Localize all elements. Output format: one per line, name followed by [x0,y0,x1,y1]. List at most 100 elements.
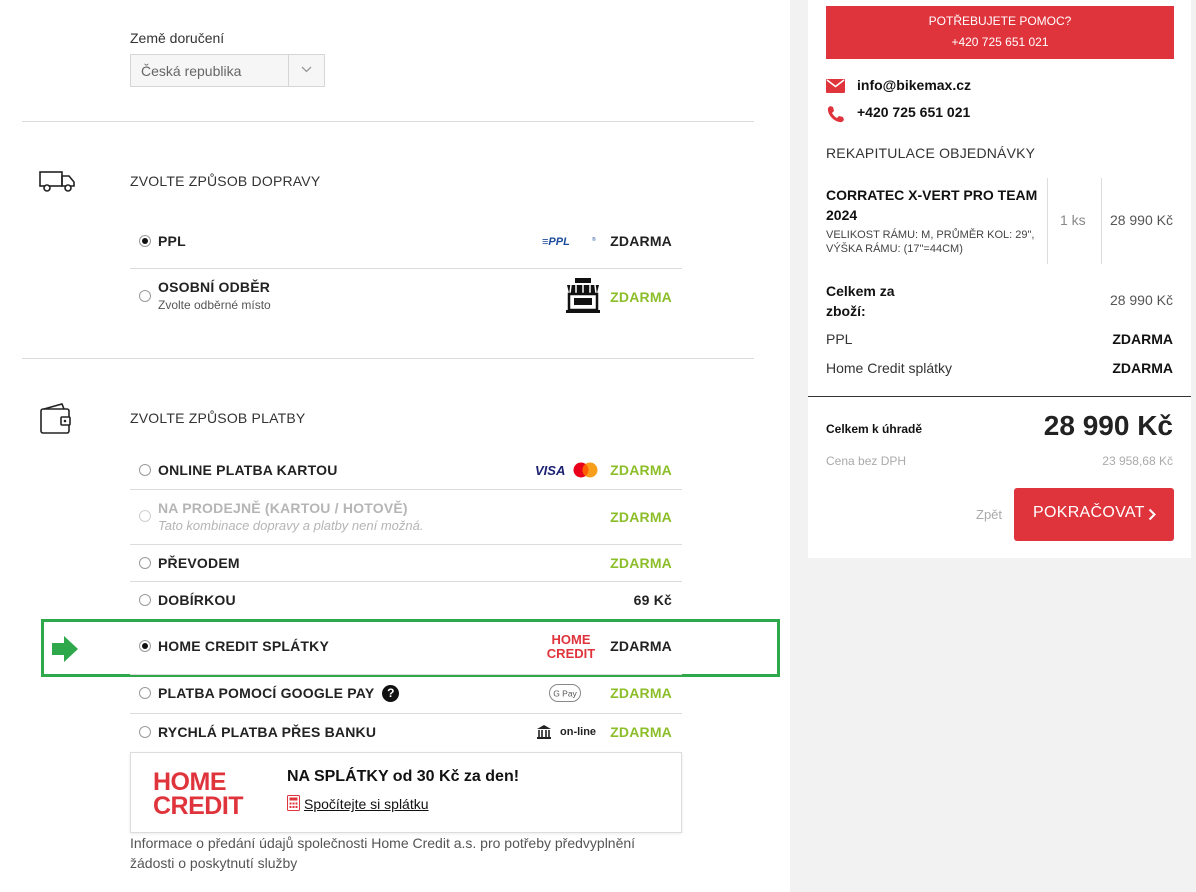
phone-text: +420 725 651 021 [857,104,971,120]
radio[interactable] [139,464,151,476]
payment-section-title: ZVOLTE ZPŮSOB PLATBY [130,410,306,426]
divider [1101,178,1102,264]
goods-total-label: Celkem za zboží: [826,283,895,319]
country-select-value: Česká republika [141,63,242,79]
payment-option-bank[interactable]: RYCHLÁ PLATBA PŘES BANKU on-line ZDARMA [130,714,682,752]
order-recap-title: REKAPITULACE OBJEDNÁVKY [826,145,1036,161]
svg-text:G Pay: G Pay [553,689,577,699]
online-label: on-line [560,726,597,738]
help-phone: +420 725 651 021 [951,35,1049,49]
option-name: DOBÍRKOU [158,592,236,608]
shop-icon [564,277,602,320]
option-price: 69 Kč [633,592,672,608]
svg-text:≡PPL: ≡PPL [542,236,570,247]
option-subtext: Zvolte odběrné místo [158,298,271,312]
wallet-icon [39,402,73,441]
product-price: 28 990 Kč [1109,212,1173,228]
email-text: info@bikemax.cz [857,77,972,93]
option-price: ZDARMA [610,555,672,571]
svg-text:®: ® [592,236,596,243]
continue-button-label: POKRAČOVAT [1033,504,1145,521]
divider [22,358,754,359]
chevron-right-icon [1148,508,1156,521]
price-without-vat-value: 23 958,68 Kč [1102,454,1173,468]
help-banner[interactable]: POTŘEBUJETE POMOC? +420 725 651 021 [826,6,1174,59]
radio[interactable] [139,594,151,606]
ppl-logo: ≡PPL ® [542,234,600,252]
promo-headline: NA SPLÁTKY od 30 Kč za den! [287,768,520,785]
payment-option-home-credit[interactable]: HOME CREDIT SPLÁTKY HOME CREDIT ZDARMA [130,622,682,675]
radio[interactable] [139,557,151,569]
shipping-section-title: ZVOLTE ZPŮSOB DOPRAVY [130,173,321,189]
product-quantity: 1 ks [1060,212,1086,228]
option-subtext: Tato kombinace dopravy a platby není mož… [158,518,424,533]
calculate-installment-text: Spočítejte si splátku [304,796,429,812]
continue-button[interactable]: POKRAČOVAT [1014,488,1174,541]
envelope-icon [826,79,845,96]
shipping-summary-label: PPL [826,331,853,347]
shipping-option-pickup[interactable]: OSOBNÍ ODBĚR Zvolte odběrné místo ZDARMA [130,269,682,327]
payment-option-google-pay[interactable]: PLATBA POMOCÍ GOOGLE PAY? G Pay ZDARMA [130,675,682,714]
truck-icon [39,169,77,198]
product-name: CORRATEC X-VERT PRO TEAM 2024 [826,187,1038,223]
visa-mastercard-logo: VISA [535,461,599,484]
home-credit-promo: HOME CREDIT NA SPLÁTKY od 30 Kč za den! … [130,752,682,833]
option-name: NA PRODEJNĚ (KARTOU / HOTOVĚ) [158,500,408,516]
radio[interactable] [139,687,151,699]
price-without-vat-label: Cena bez DPH [826,454,907,468]
radio-selected[interactable] [139,640,151,652]
goods-total-value: 28 990 Kč [1109,292,1173,308]
payment-summary-value: ZDARMA [1112,360,1173,376]
svg-text:HOME: HOME [552,632,591,647]
svg-text:CREDIT: CREDIT [153,792,243,817]
svg-text:VISA: VISA [535,463,565,478]
bank-icon [536,724,552,745]
country-select[interactable]: Česká republika [130,54,325,87]
home-credit-info: Informace o předání údajů společnosti Ho… [130,835,636,871]
calculator-icon [287,795,300,814]
option-name: PPL [158,233,186,249]
shipping-summary-value: ZDARMA [1112,331,1173,347]
arrow-right-icon [50,634,80,669]
shipping-option-ppl[interactable]: PPL ≡PPL ® ZDARMA [130,222,682,269]
option-price: ZDARMA [610,724,672,740]
back-link[interactable]: Zpět [976,507,1002,522]
calculate-installment-link[interactable]: Spočítejte si splátku [287,795,429,814]
grand-total-label: Celkem k úhradě [826,422,923,436]
radio-selected[interactable] [139,235,151,247]
payment-option-cod[interactable]: DOBÍRKOU 69 Kč [130,582,682,619]
home-credit-promo-logo: HOME CREDIT [153,768,261,822]
option-name: PŘEVODEM [158,555,240,571]
divider [1047,178,1048,264]
grand-total-value: 28 990 Kč [1043,410,1173,441]
product-attributes: VELIKOST RÁMU: M, PRŮMĚR KOL: 29", VÝŠKA… [826,229,1035,255]
help-title: POTŘEBUJETE POMOC? [928,14,1072,28]
option-price: ZDARMA [610,289,672,305]
order-summary-card: POTŘEBUJETE POMOC? +420 725 651 021 info… [808,0,1191,558]
home-credit-logo: HOME CREDIT [541,632,601,665]
country-label: Země doručení [130,30,225,46]
google-pay-logo: G Pay [549,684,581,707]
help-icon[interactable]: ? [382,685,400,702]
radio[interactable] [139,726,151,738]
svg-text:CREDIT: CREDIT [547,646,595,660]
phone-icon [826,105,845,127]
payment-option-store: NA PRODEJNĚ (KARTOU / HOTOVĚ) Tato kombi… [130,490,682,545]
option-name: PLATBA POMOCÍ GOOGLE PAY? [158,685,400,702]
divider [22,121,754,122]
divider [808,396,1191,397]
radio-disabled [139,510,151,522]
option-price: ZDARMA [610,462,672,478]
option-name: ONLINE PLATBA KARTOU [158,462,338,478]
option-price: ZDARMA [610,638,672,654]
payment-option-transfer[interactable]: PŘEVODEM ZDARMA [130,545,682,582]
option-price: ZDARMA [610,509,672,525]
option-name: RYCHLÁ PLATBA PŘES BANKU [158,724,377,740]
order-sidebar: POTŘEBUJETE POMOC? +420 725 651 021 info… [790,0,1196,892]
option-price: ZDARMA [610,685,672,701]
option-name: OSOBNÍ ODBĚR [158,279,271,295]
option-name-text: PLATBA POMOCÍ GOOGLE PAY [158,685,375,701]
payment-option-card[interactable]: ONLINE PLATBA KARTOU VISA ZDARMA [130,452,682,490]
radio[interactable] [139,290,151,302]
chevron-down-icon [288,55,324,86]
